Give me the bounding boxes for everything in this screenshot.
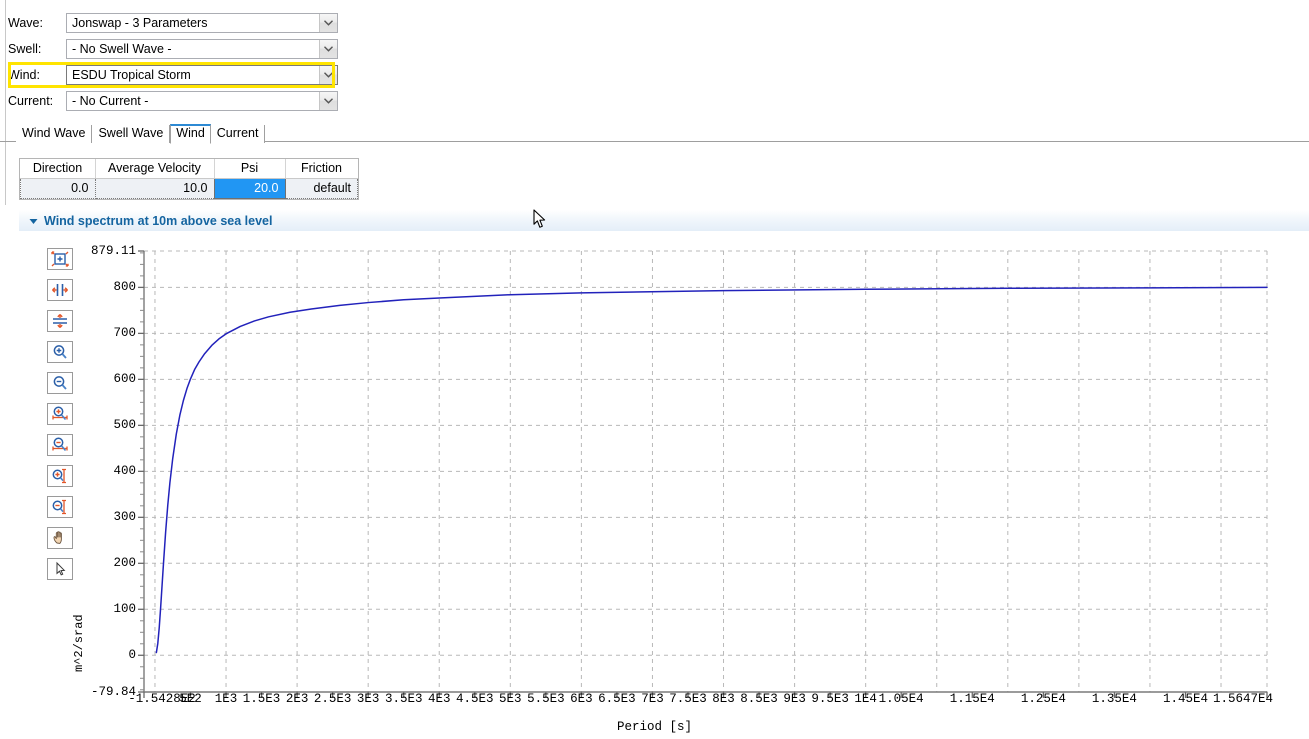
chart-x-tick: 1.35E4 <box>1092 692 1137 706</box>
chart-x-tick: 1E4 <box>854 692 877 706</box>
cell-psi[interactable]: 20.0 <box>214 179 285 199</box>
swell-dropdown[interactable]: - No Swell Wave - <box>66 39 338 59</box>
wave-label: Wave: <box>8 10 66 36</box>
chevron-down-icon[interactable] <box>319 92 337 110</box>
chart-x-axis-label: Period [s] <box>0 720 1309 734</box>
table-row: 0.0 10.0 20.0 default <box>21 179 358 199</box>
section-header-wind-spectrum[interactable]: Wind spectrum at 10m above sea level <box>19 210 1309 231</box>
chart-x-tick: 3.5E3 <box>385 692 423 706</box>
chart-x-tick: 5E2 <box>179 692 202 706</box>
wind-dropdown[interactable]: ESDU Tropical Storm <box>66 65 338 85</box>
chart-x-tick: 6.5E3 <box>598 692 636 706</box>
section-header-label: Wind spectrum at 10m above sea level <box>44 214 272 228</box>
chevron-down-icon[interactable] <box>319 14 337 32</box>
cell-friction[interactable]: default <box>285 179 358 199</box>
chart-x-tick: 9E3 <box>783 692 806 706</box>
chart-x-tick: 7E3 <box>641 692 664 706</box>
wave-dropdown[interactable]: Jonswap - 3 Parameters <box>66 13 338 33</box>
chart-x-tick: 2E3 <box>286 692 309 706</box>
swell-label: Swell: <box>8 36 66 62</box>
chart-x-tick: 1.45E4 <box>1163 692 1208 706</box>
column-header-direction[interactable]: Direction <box>21 159 96 179</box>
chevron-down-icon[interactable] <box>319 40 337 58</box>
wind-label: Wind: <box>8 62 66 88</box>
column-header-friction[interactable]: Friction <box>285 159 358 179</box>
chart-x-tick: 9.5E3 <box>811 692 849 706</box>
chart-x-tick: 7.5E3 <box>669 692 707 706</box>
chart-x-tick: 8E3 <box>712 692 735 706</box>
application-window: Wave: Jonswap - 3 Parameters Swell: - No… <box>0 0 1309 739</box>
form-row-wind: Wind: ESDU Tropical Storm <box>8 62 338 88</box>
current-label: Current: <box>8 88 66 114</box>
chart-x-tick: 4.5E3 <box>456 692 494 706</box>
cell-average-velocity[interactable]: 10.0 <box>95 179 214 199</box>
table-header-row: Direction Average Velocity Psi Friction <box>21 159 358 179</box>
chart-x-tick: 1.05E4 <box>879 692 924 706</box>
tab-wind-wave[interactable]: Wind Wave <box>16 125 92 143</box>
environment-form: Wave: Jonswap - 3 Parameters Swell: - No… <box>8 10 338 114</box>
chart-x-tick: 5.5E3 <box>527 692 565 706</box>
form-row-wave: Wave: Jonswap - 3 Parameters <box>8 10 338 36</box>
chart-x-tick: 4E3 <box>428 692 451 706</box>
tab-bar: Wind Wave Swell Wave Wind Current <box>16 125 265 143</box>
chevron-down-icon[interactable] <box>319 66 337 84</box>
chart-x-tick: 1.5647E4 <box>1213 692 1273 706</box>
tab-current[interactable]: Current <box>211 125 266 143</box>
chart-plot-area[interactable] <box>0 240 1309 710</box>
column-header-psi[interactable]: Psi <box>214 159 285 179</box>
wind-spectrum-chart[interactable]: m^2/srad -79.840100200300400500600700800… <box>0 240 1309 739</box>
wave-dropdown-value: Jonswap - 3 Parameters <box>67 16 207 30</box>
chart-x-tick: 6E3 <box>570 692 593 706</box>
chart-x-tick: 1.25E4 <box>1021 692 1066 706</box>
swell-dropdown-value: - No Swell Wave - <box>67 42 172 56</box>
left-rail-divider <box>0 0 6 205</box>
chart-x-tick: 8.5E3 <box>740 692 778 706</box>
chart-x-tick: 3E3 <box>357 692 380 706</box>
form-row-current: Current: - No Current - <box>8 88 338 114</box>
column-header-average-velocity[interactable]: Average Velocity <box>95 159 214 179</box>
chart-x-tick: 2.5E3 <box>314 692 352 706</box>
tab-swell-wave[interactable]: Swell Wave <box>92 125 170 143</box>
current-dropdown[interactable]: - No Current - <box>66 91 338 111</box>
tab-wind[interactable]: Wind <box>170 124 210 144</box>
chart-x-tick: 1.15E4 <box>950 692 995 706</box>
current-dropdown-value: - No Current - <box>67 94 148 108</box>
chart-x-tick: 5E3 <box>499 692 522 706</box>
wind-parameters-table: Direction Average Velocity Psi Friction … <box>19 158 359 200</box>
cell-direction[interactable]: 0.0 <box>21 179 96 199</box>
chart-x-tick: 1.5E3 <box>243 692 281 706</box>
triangle-down-icon[interactable] <box>29 214 38 228</box>
wind-dropdown-value: ESDU Tropical Storm <box>67 68 191 82</box>
form-row-swell: Swell: - No Swell Wave - <box>8 36 338 62</box>
chart-x-tick: 1E3 <box>215 692 238 706</box>
mouse-cursor-icon <box>533 209 547 232</box>
